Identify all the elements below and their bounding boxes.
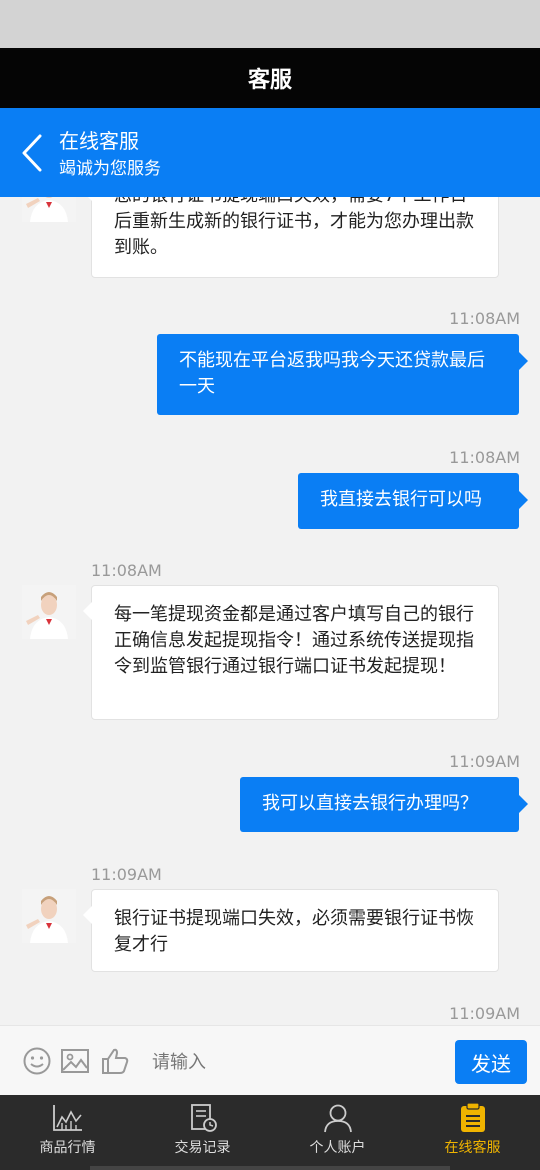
document-clock-icon	[191, 1104, 217, 1132]
tab-label: 个人账户	[309, 1140, 366, 1156]
tab-online-service[interactable]: 在线客服	[405, 1095, 540, 1170]
home-indicator	[90, 1166, 450, 1170]
image-icon[interactable]	[60, 1046, 90, 1076]
user-message: 我直接去银行可以吗	[298, 473, 528, 529]
agent-subtitle: 竭诚为您服务	[59, 159, 161, 179]
title-bar: 客服	[0, 48, 540, 108]
user-message: 我可以直接去银行办理吗？	[240, 777, 528, 832]
thumbs-up-icon[interactable]	[100, 1046, 130, 1076]
tab-market[interactable]: 商品行情	[0, 1095, 135, 1170]
tab-label: 商品行情	[39, 1140, 96, 1156]
message-time: 11:08AM	[91, 561, 162, 580]
bottom-tab-bar: 商品行情 交易记录 个人账户 在线客服	[0, 1095, 540, 1170]
tab-label: 交易记录	[174, 1140, 231, 1156]
chevron-left-icon	[22, 134, 42, 172]
message-time: 11:09AM	[449, 752, 520, 771]
agent-avatar	[22, 889, 76, 943]
tab-personal-account[interactable]: 个人账户	[270, 1095, 405, 1170]
agent-message: 银行证书提现端口失效，必须需要银行证书恢复才行	[83, 889, 499, 972]
input-bar: 发送	[0, 1025, 540, 1095]
user-message: 不能现在平台返我吗我今天还贷款最后一天	[157, 334, 528, 415]
agent-name: 在线客服	[59, 129, 139, 153]
tab-trade-records[interactable]: 交易记录	[135, 1095, 270, 1170]
chat-area[interactable]: 您的银行证书提现端口失效，需要7个工作日后重新生成新的银行证书，才能为您办理出款…	[0, 108, 540, 1025]
message-input[interactable]	[140, 1039, 440, 1085]
message-time: 11:08AM	[449, 448, 520, 467]
person-icon	[324, 1104, 352, 1133]
message-time: 11:08AM	[449, 309, 520, 328]
emoji-icon[interactable]	[22, 1046, 52, 1076]
message-time: 11:09AM	[91, 865, 162, 884]
send-button[interactable]: 发送	[455, 1040, 527, 1084]
tab-label: 在线客服	[444, 1140, 501, 1156]
agent-header: 在线客服 竭诚为您服务	[0, 108, 540, 197]
chart-icon	[53, 1105, 82, 1131]
clipboard-icon	[461, 1103, 485, 1132]
agent-message: 每一笔提现资金都是通过客户填写自己的银行正确信息发起提现指令！通过系统传送提现指…	[83, 585, 499, 720]
agent-avatar	[22, 585, 76, 639]
status-bar	[0, 0, 540, 48]
page-title: 客服	[247, 68, 292, 93]
message-time: 11:09AM	[449, 1004, 520, 1023]
back-button[interactable]	[18, 132, 48, 174]
